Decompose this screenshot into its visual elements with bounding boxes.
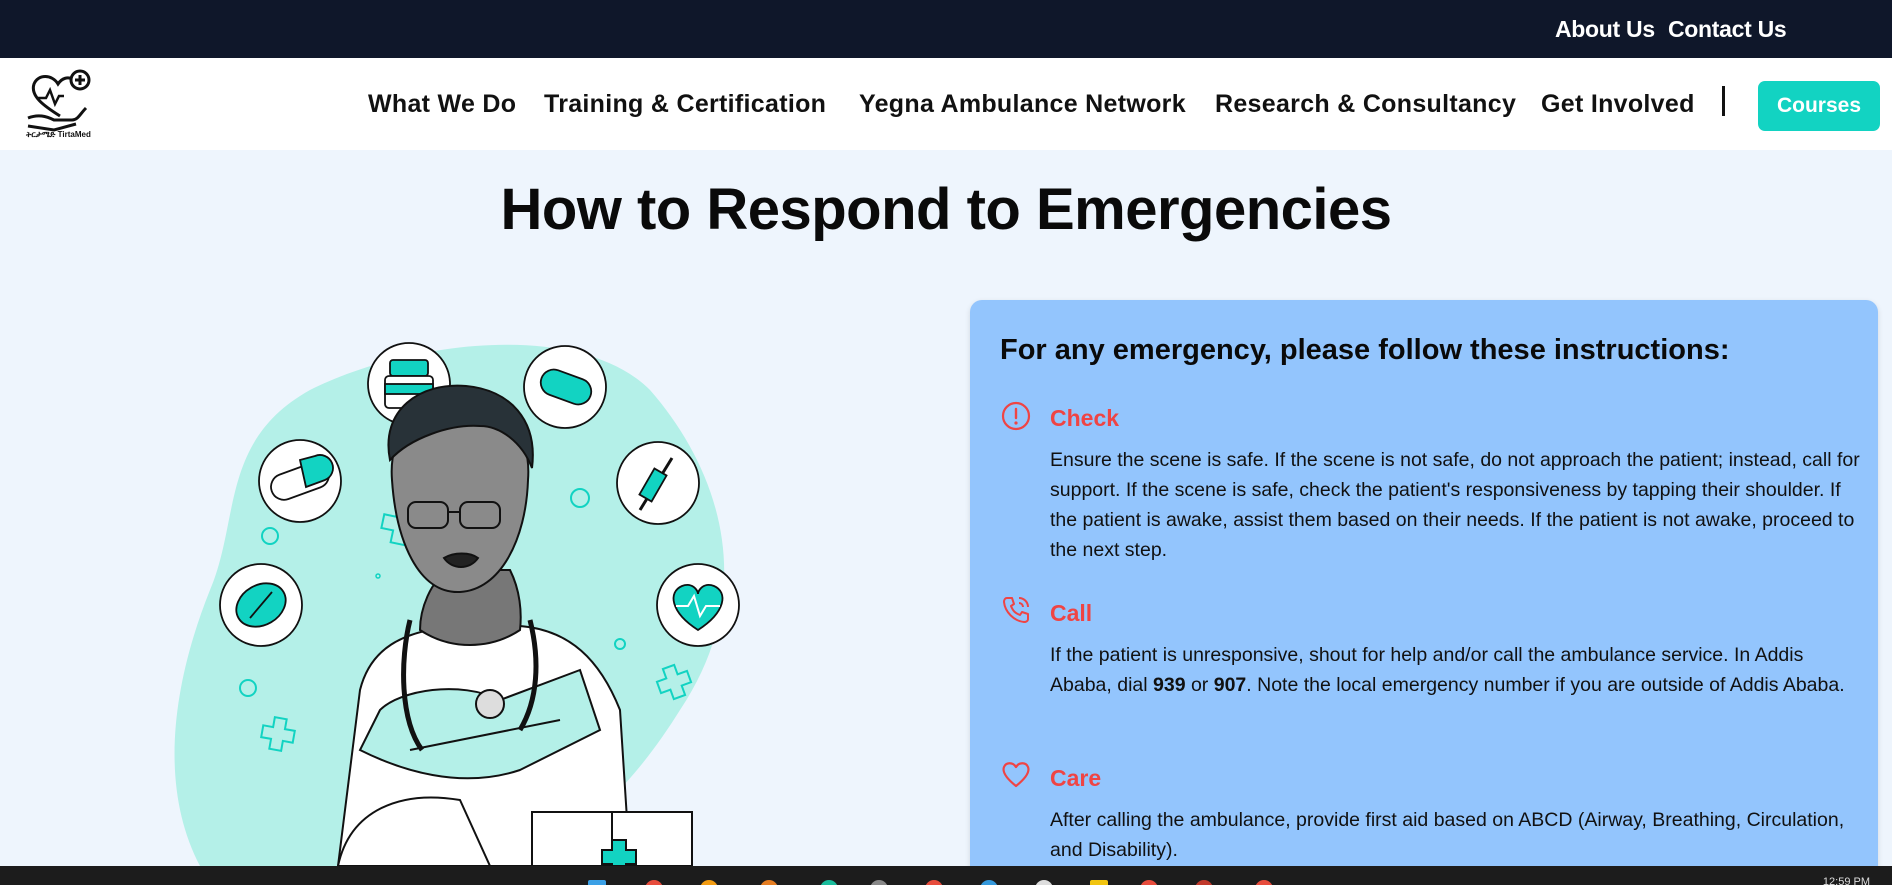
nav-research-consultancy[interactable]: Research & Consultancy <box>1215 90 1516 119</box>
nav-training-certification[interactable]: Training & Certification <box>544 90 826 119</box>
nav-get-involved[interactable]: Get Involved <box>1541 90 1695 119</box>
emergency-number-907: 907 <box>1213 674 1247 696</box>
logo-wordmark: ትርታሜድ TirtaMed <box>26 130 91 139</box>
alert-circle-icon <box>1000 400 1032 432</box>
taskbar-app-icon[interactable] <box>980 880 998 885</box>
step-check-body: Ensure the scene is safe. If the scene i… <box>1050 449 1860 561</box>
step-check-title: Check <box>1050 405 1120 431</box>
step-care-body: After calling the ambulance, provide fir… <box>1050 809 1845 861</box>
step-call-body: If the patient is unresponsive, shout fo… <box>1050 640 1860 700</box>
instructions-card: For any emergency, please follow these i… <box>970 300 1878 885</box>
page-title: How to Respond to Emergencies <box>500 177 1392 242</box>
main-nav: ትርታሜድ TirtaMed What We Do Training & Cer… <box>0 58 1892 150</box>
courses-button[interactable]: Courses <box>1758 81 1880 131</box>
taskbar-app-icon[interactable] <box>700 880 718 885</box>
taskbar-app-icon[interactable] <box>820 880 838 885</box>
top-bar: About Us Contact Us <box>0 0 1892 58</box>
taskbar-clock: 12:59 PM <box>1822 876 1870 885</box>
os-taskbar: 12:59 PM <box>0 866 1892 885</box>
doctor-illustration <box>160 330 800 867</box>
taskbar-app-icon[interactable] <box>1195 880 1213 885</box>
phone-call-icon <box>1000 594 1032 626</box>
taskbar-app-icon[interactable] <box>1140 880 1158 885</box>
taskbar-app-icon[interactable] <box>925 880 943 885</box>
taskbar-app-icon[interactable] <box>1090 880 1108 885</box>
step-call-title: Call <box>1050 600 1093 626</box>
call-text-after: . Note the local emergency number if you… <box>1246 674 1845 696</box>
nav-yegna-ambulance-network[interactable]: Yegna Ambulance Network <box>859 90 1186 119</box>
call-text-connector: or <box>1185 674 1214 696</box>
taskbar-app-icon[interactable] <box>1255 880 1273 885</box>
nav-divider <box>1722 86 1725 116</box>
contact-us-link[interactable]: Contact Us <box>1668 16 1787 43</box>
emergency-number-939: 939 <box>1153 674 1186 696</box>
step-care-title: Care <box>1050 765 1102 791</box>
instructions-heading: For any emergency, please follow these i… <box>1000 334 1730 366</box>
nav-what-we-do[interactable]: What We Do <box>368 90 516 119</box>
taskbar-app-icon[interactable] <box>760 880 778 885</box>
taskbar-app-icon[interactable] <box>870 880 888 885</box>
heart-icon <box>1000 758 1032 790</box>
taskbar-app-icon[interactable] <box>645 880 663 885</box>
windows-start-icon[interactable] <box>588 880 606 885</box>
taskbar-app-icon[interactable] <box>1035 880 1053 885</box>
about-us-link[interactable]: About Us <box>1555 16 1655 43</box>
